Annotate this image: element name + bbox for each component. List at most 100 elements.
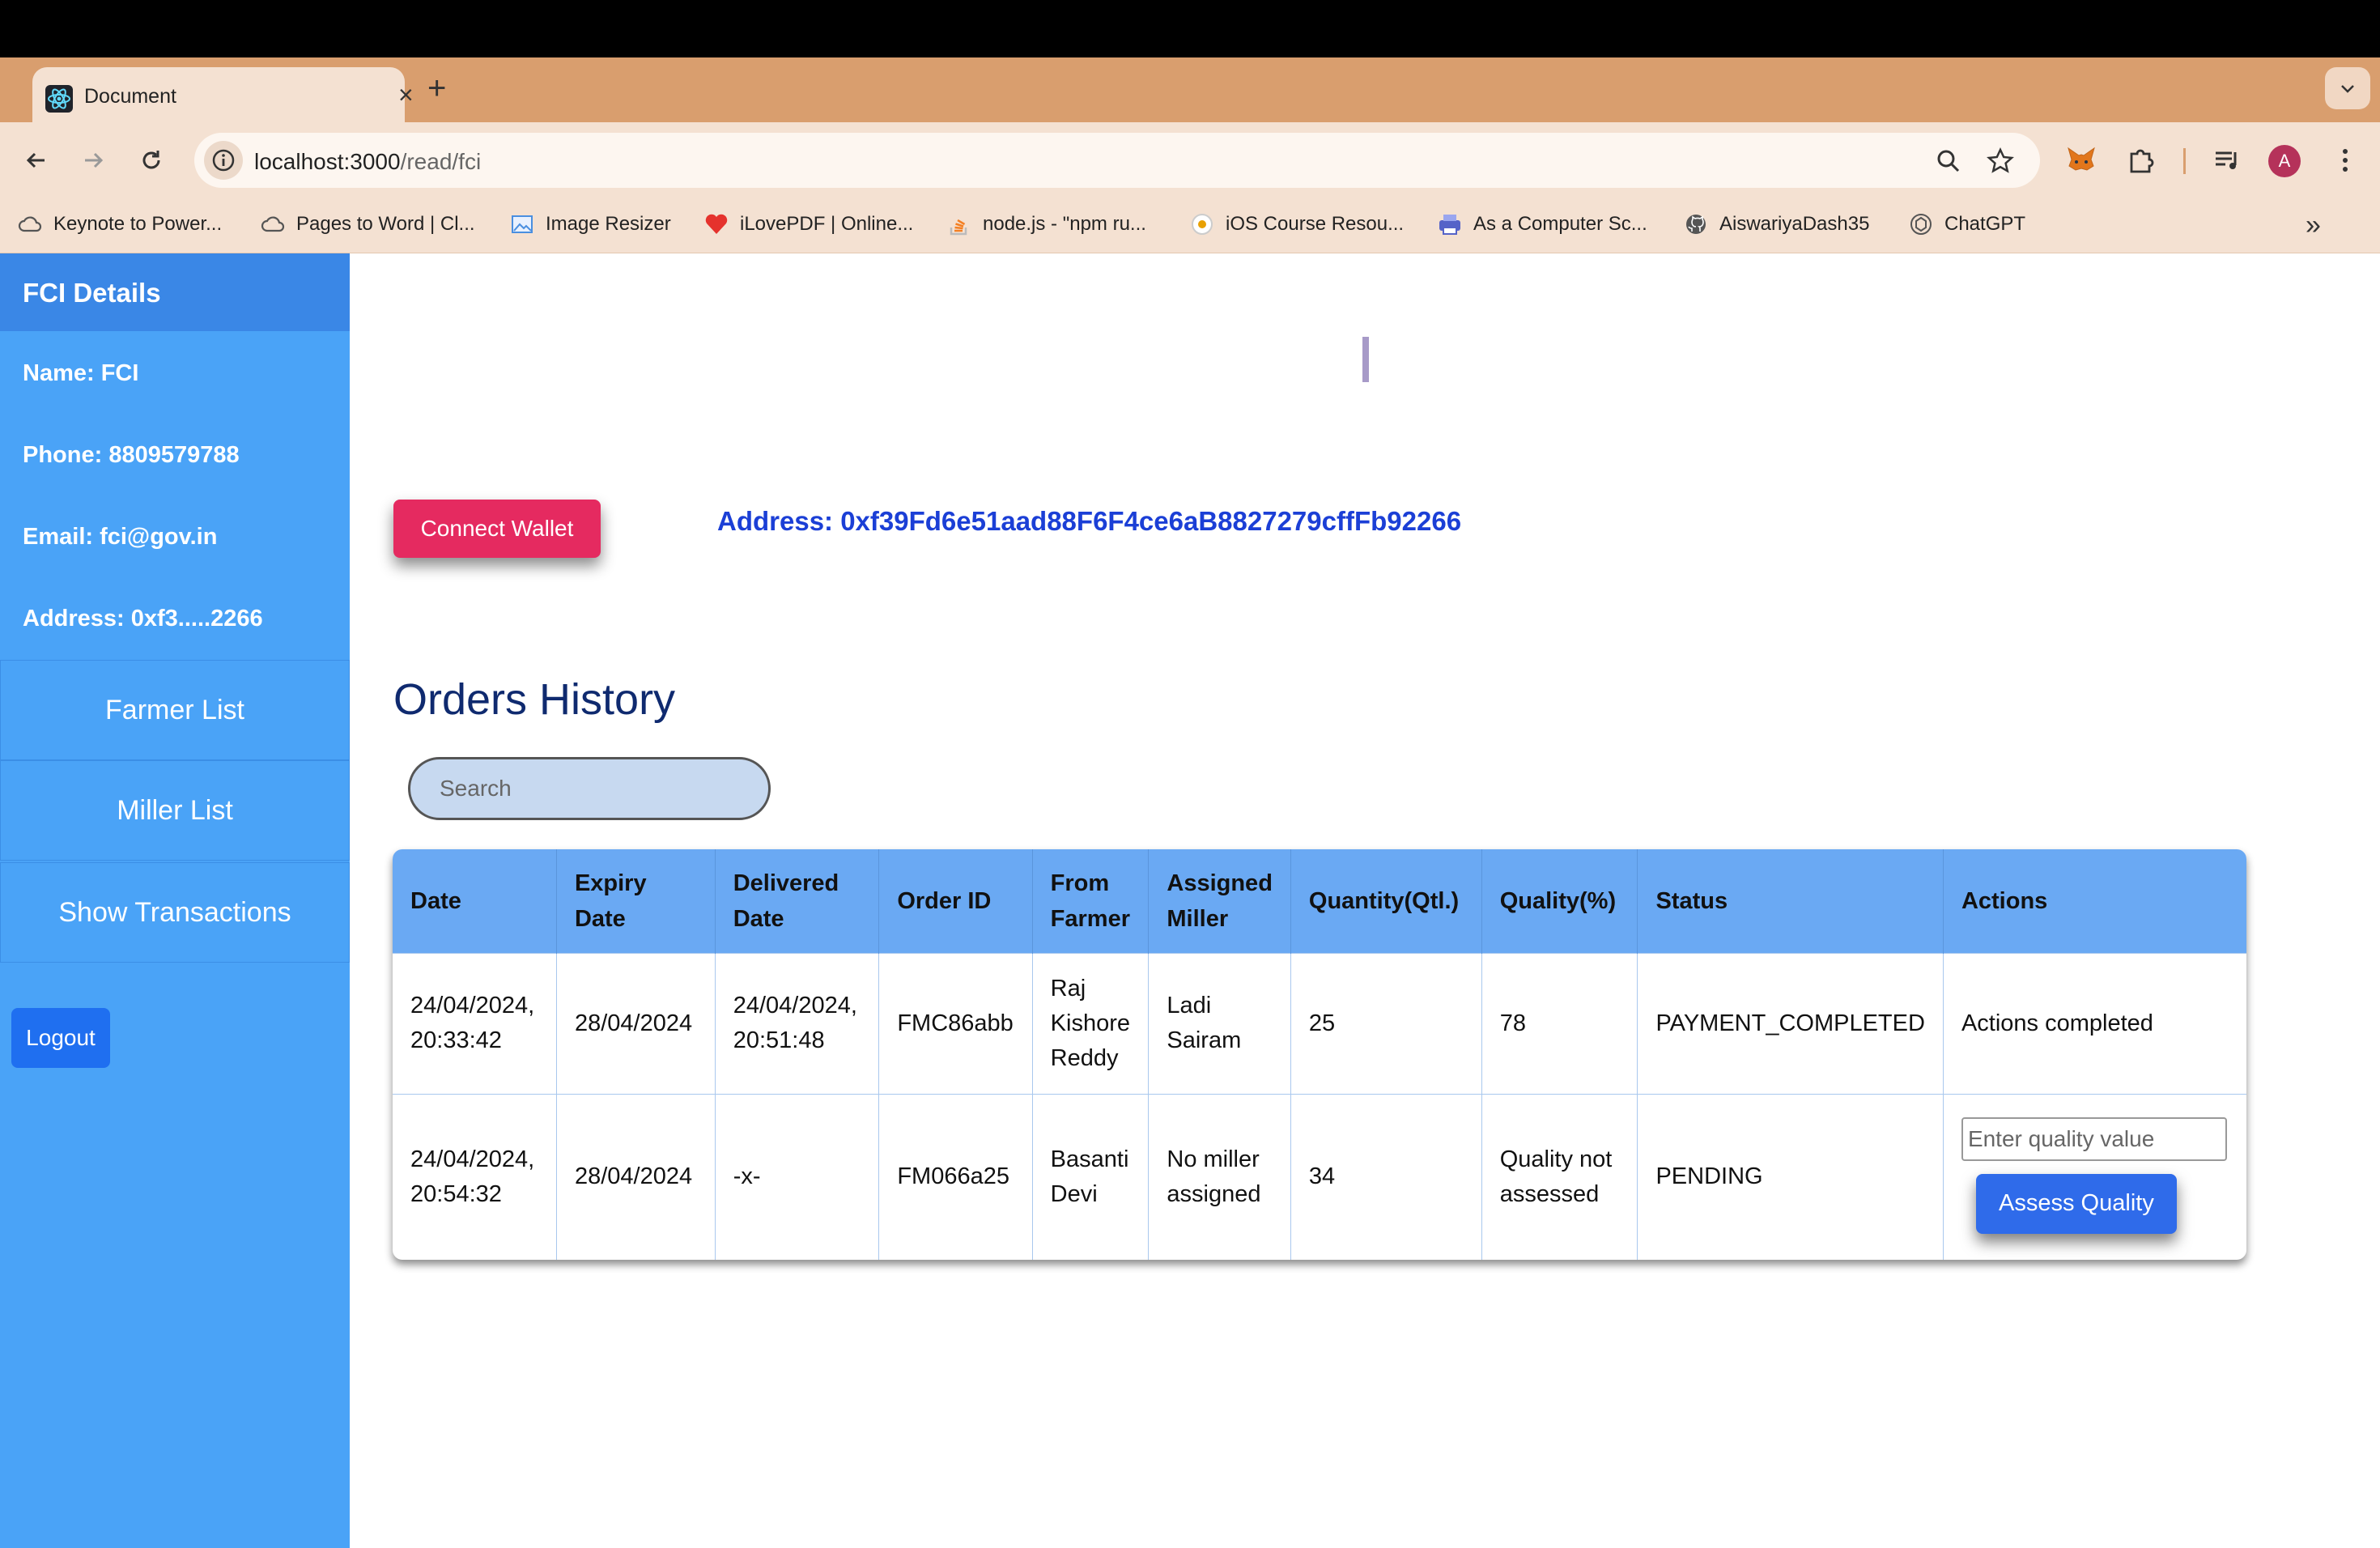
- cell-expiry-date: 28/04/2024: [556, 1093, 716, 1260]
- address-bar[interactable]: localhost:3000/read/fci: [194, 133, 2040, 188]
- cloud-icon: [261, 212, 285, 236]
- toolbar-divider: [2183, 148, 2186, 174]
- sidebar-item-farmer-list[interactable]: Farmer List: [0, 660, 350, 760]
- cell-status: PENDING: [1637, 1093, 1944, 1260]
- tab-title: Document: [84, 85, 176, 108]
- forward-button[interactable]: [76, 143, 110, 177]
- cell-farmer: Raj Kishore Reddy: [1032, 952, 1150, 1094]
- cell-expiry-date: 28/04/2024: [556, 952, 716, 1094]
- bookmark-item[interactable]: Keynote to Power...: [18, 212, 222, 236]
- page-content: FCI Details Name: FCI Phone: 8809579788 …: [0, 253, 2380, 1548]
- cell-order-id: FM066a25: [878, 1093, 1033, 1260]
- bookmark-label: Pages to Word | Cl...: [296, 213, 475, 235]
- cell-actions: Actions completed: [1943, 952, 2246, 1094]
- bookmark-item[interactable]: ChatGPT: [1909, 212, 2025, 236]
- bookmark-label: iLovePDF | Online...: [740, 213, 914, 235]
- chevron-down-icon: [2341, 85, 2354, 93]
- text-cursor: [1362, 337, 1369, 382]
- cell-actions: Assess Quality: [1943, 1093, 2246, 1260]
- fci-phone: Phone: 8809579788: [23, 442, 240, 468]
- column-header: From Farmer: [1032, 849, 1150, 953]
- bookmark-item[interactable]: As a Computer Sc...: [1438, 212, 1647, 236]
- table-row: 24/04/2024, 20:54:32 28/04/2024 -x- FM06…: [393, 1093, 2246, 1260]
- assess-quality-button[interactable]: Assess Quality: [1975, 1173, 2177, 1234]
- bookmarks-bar: Keynote to Power... Pages to Word | Cl..…: [0, 198, 2380, 253]
- column-header: Quality(%): [1481, 849, 1638, 953]
- cell-delivered-date: -x-: [715, 1093, 880, 1260]
- arrow-right-icon: [85, 152, 104, 168]
- wallet-address: Address: 0xf39Fd6e51aad88F6F4ce6aB882727…: [717, 506, 1462, 536]
- cell-miller: Ladi Sairam: [1148, 952, 1291, 1094]
- info-icon: [212, 149, 235, 172]
- site-info-button[interactable]: [204, 141, 243, 180]
- bookmark-label: Image Resizer: [546, 213, 671, 235]
- cloud-icon: [18, 212, 42, 236]
- tab-search-button[interactable]: [2325, 67, 2370, 109]
- orders-table: Date Expiry Date Delivered Date Order ID…: [393, 849, 2246, 1260]
- reload-icon: [142, 151, 160, 169]
- printer-icon: [1438, 212, 1462, 236]
- bookmark-item[interactable]: AiswariyaDash35: [1684, 212, 1869, 236]
- close-icon[interactable]: ×: [398, 82, 414, 108]
- reload-button[interactable]: [134, 143, 168, 177]
- cell-farmer: Basanti Devi: [1032, 1093, 1150, 1260]
- media-control-icon[interactable]: [2210, 143, 2244, 177]
- fci-email: Email: fci@gov.in: [23, 524, 218, 550]
- more-vertical-icon[interactable]: [2328, 143, 2362, 177]
- url-path: /read/fci: [400, 149, 482, 174]
- sidebar-title: FCI Details: [0, 253, 350, 331]
- cell-quality: Quality not assessed: [1481, 1093, 1638, 1260]
- chevron-double-right-icon[interactable]: »: [2306, 210, 2321, 241]
- bookmark-label: ChatGPT: [1944, 213, 2026, 235]
- page-title: Orders History: [393, 675, 676, 724]
- bookmark-item[interactable]: node.js - "npm ru...: [947, 212, 1146, 236]
- logout-button[interactable]: Logout: [11, 1008, 110, 1068]
- github-icon: [1684, 212, 1708, 236]
- metamask-fox-icon[interactable]: [2064, 143, 2098, 177]
- column-header: Date: [393, 849, 557, 953]
- bookmark-label: Keynote to Power...: [53, 213, 223, 235]
- puzzle-icon[interactable]: [2124, 143, 2158, 177]
- bookmark-item[interactable]: Pages to Word | Cl...: [261, 212, 475, 236]
- table-header-row: Date Expiry Date Delivered Date Order ID…: [393, 849, 2246, 953]
- sidebar: FCI Details Name: FCI Phone: 8809579788 …: [0, 253, 350, 1548]
- chatgpt-icon: [1909, 212, 1933, 236]
- sidebar-item-show-transactions[interactable]: Show Transactions: [0, 862, 350, 963]
- sidebar-item-miller-list[interactable]: Miller List: [0, 760, 350, 861]
- browser-tab[interactable]: Document ×: [32, 67, 414, 124]
- connect-wallet-button[interactable]: Connect Wallet: [393, 500, 601, 558]
- bookmark-label: node.js - "npm ru...: [983, 213, 1146, 235]
- zoom-icon[interactable]: [1935, 147, 1962, 175]
- image-icon: [510, 212, 534, 236]
- quality-value-input[interactable]: [1961, 1116, 2227, 1161]
- bookmark-item[interactable]: Image Resizer: [510, 212, 671, 236]
- bookmark-item[interactable]: iLovePDF | Online...: [704, 212, 913, 236]
- arrow-left-icon: [26, 152, 45, 168]
- bookmark-item[interactable]: iOS Course Resou...: [1190, 212, 1404, 236]
- table-row: 24/04/2024, 20:33:42 28/04/2024 24/04/20…: [393, 952, 2246, 1094]
- column-header: Quantity(Qtl.): [1290, 849, 1482, 953]
- stackoverflow-icon: [947, 212, 971, 236]
- fci-address: Address: 0xf3.....2266: [23, 606, 263, 632]
- plus-icon[interactable]: +: [427, 72, 446, 104]
- react-icon: [45, 85, 73, 113]
- url-text: localhost:3000/read/fci: [254, 149, 481, 175]
- cell-date: 24/04/2024, 20:33:42: [393, 952, 557, 1094]
- column-header: Order ID: [878, 849, 1033, 953]
- tab-strip: Document × +: [0, 57, 2380, 124]
- cell-quantity: 34: [1290, 1093, 1482, 1260]
- avatar[interactable]: A: [2268, 145, 2301, 177]
- bookmark-label: AiswariyaDash35: [1719, 213, 1870, 235]
- star-icon[interactable]: [1987, 147, 2014, 175]
- column-header: Delivered Date: [715, 849, 880, 953]
- cell-miller: No miller assigned: [1148, 1093, 1291, 1260]
- back-button[interactable]: [19, 143, 53, 177]
- heart-icon: [704, 212, 729, 236]
- url-host: localhost:3000: [254, 149, 401, 174]
- cell-quality: 78: [1481, 952, 1638, 1094]
- browser-toolbar: localhost:3000/read/fci A: [0, 122, 2380, 198]
- bookmark-label: iOS Course Resou...: [1226, 213, 1405, 235]
- fci-name: Name: FCI: [23, 360, 139, 386]
- search-input[interactable]: [408, 757, 771, 820]
- cell-quantity: 25: [1290, 952, 1482, 1094]
